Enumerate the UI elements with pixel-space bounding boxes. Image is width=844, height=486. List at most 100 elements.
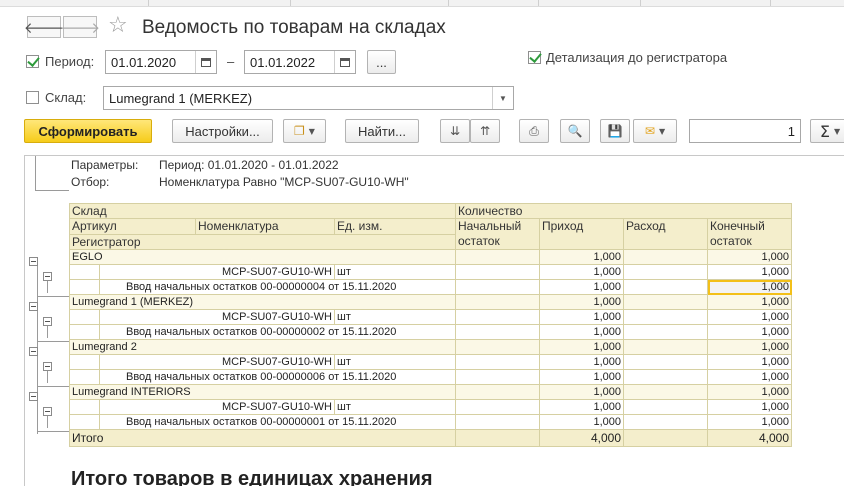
- closing-cell: 1,000: [707, 399, 792, 415]
- email-menu-button[interactable]: ✉ ▼: [633, 119, 677, 143]
- total-row[interactable]: Итого 4,000 4,000: [69, 429, 792, 447]
- tree-minus-icon[interactable]: [43, 407, 52, 416]
- collapse-groups-icon: ⇈: [479, 124, 491, 138]
- outline-line: [47, 281, 48, 293]
- detail-checkbox[interactable]: [528, 51, 541, 64]
- tree-minus-icon[interactable]: [43, 362, 52, 371]
- tree-minus-icon[interactable]: [29, 302, 38, 311]
- header-quantity: Количество: [455, 203, 792, 219]
- tree-minus-icon[interactable]: [43, 272, 52, 281]
- date-from-value: 01.01.2020: [111, 55, 177, 70]
- preview-icon: 🔍: [567, 124, 583, 138]
- filter-value: Номенклатура Равно "MCP-SU07-GU10-WH": [159, 175, 409, 189]
- income-cell: 1,000: [539, 384, 624, 400]
- outline-line: [35, 190, 69, 191]
- preview-button[interactable]: 🔍: [560, 119, 590, 143]
- unit-cell: шт: [334, 264, 456, 280]
- warehouse-cell: Lumegrand 1 (MERKEZ): [69, 294, 456, 310]
- copy-menu-button[interactable]: ❐ ▼: [283, 119, 326, 143]
- total-closing: 4,000: [707, 429, 792, 447]
- date-dash: –: [227, 54, 235, 69]
- table-row[interactable]: MCP-SU07-GU10-WH шт 1,000 1,000: [69, 264, 792, 280]
- income-cell: 1,000: [539, 354, 624, 370]
- table-row[interactable]: Lumegrand 1 (MERKEZ) 1,000 1,000: [69, 294, 792, 310]
- tree-minus-icon[interactable]: [29, 257, 38, 266]
- closing-cell: 1,000: [707, 294, 792, 310]
- table-row[interactable]: Lumegrand INTERIORS 1,000 1,000: [69, 384, 792, 400]
- detail-label: Детализация до регистратора: [546, 50, 728, 65]
- closing-cell: 1,000: [707, 339, 792, 355]
- tree-minus-icon[interactable]: [29, 347, 38, 356]
- top-tab-strip: [0, 0, 844, 7]
- back-arrow-icon: 🡐: [23, 18, 65, 37]
- date-from-field[interactable]: 01.01.2020: [105, 50, 217, 74]
- window-title: Ведомость по товарам на складах: [142, 17, 446, 38]
- table-row[interactable]: Ввод начальных остатков 00-00000002 от 1…: [69, 324, 792, 340]
- header-expense: Расход: [623, 218, 708, 250]
- chevron-down-icon: ▼: [308, 126, 315, 136]
- income-cell: 1,000: [539, 249, 624, 265]
- favorite-star-icon[interactable]: ☆: [108, 14, 128, 38]
- warehouse-cell: Lumegrand INTERIORS: [69, 384, 456, 400]
- header-article: Артикул: [69, 218, 196, 235]
- print-icon: ⎙: [529, 123, 539, 138]
- copy-icon: ❐: [294, 124, 305, 138]
- warehouse-select[interactable]: Lumegrand 1 (MERKEZ) ▼: [103, 86, 514, 110]
- sum-icon: Σ: [819, 121, 830, 141]
- table-row[interactable]: Ввод начальных остатков 00-00000001 от 1…: [69, 414, 792, 430]
- tree-minus-icon[interactable]: [43, 317, 52, 326]
- header-nomenclature: Номенклатура: [195, 218, 335, 235]
- income-cell: 1,000: [539, 339, 624, 355]
- item-cell: MCP-SU07-GU10-WH: [99, 264, 335, 280]
- page-number-field[interactable]: 1: [689, 119, 801, 143]
- selected-closing-cell[interactable]: 1,000: [707, 279, 792, 295]
- settings-button[interactable]: Настройки...: [172, 119, 273, 143]
- forward-arrow-icon: 🡒: [59, 18, 101, 37]
- back-button[interactable]: 🡐: [23, 16, 65, 38]
- report-table: Склад Количество Артикул Номенклатура Ед…: [69, 203, 792, 447]
- date-to-value: 01.01.2022: [250, 55, 316, 70]
- table-row[interactable]: MCP-SU07-GU10-WH шт 1,000 1,000: [69, 354, 792, 370]
- period-checkbox[interactable]: [26, 55, 39, 68]
- closing-cell: 1,000: [707, 354, 792, 370]
- forward-button[interactable]: 🡒: [59, 16, 101, 38]
- outline-line: [35, 156, 36, 190]
- income-cell: 1,000: [539, 414, 624, 430]
- date-to-field[interactable]: 01.01.2022: [244, 50, 356, 74]
- header-unit: Ед. изм.: [334, 218, 456, 235]
- tree-minus-icon[interactable]: [29, 392, 38, 401]
- collapse-groups-button[interactable]: ⇈: [470, 119, 500, 143]
- warehouse-cell: EGLO: [69, 249, 456, 265]
- warehouse-value: Lumegrand 1 (MERKEZ): [109, 91, 253, 106]
- calendar-icon[interactable]: [195, 51, 216, 73]
- find-button[interactable]: Найти...: [345, 119, 419, 143]
- table-row[interactable]: Ввод начальных остатков 00-00000004 от 1…: [69, 279, 792, 295]
- print-button[interactable]: ⎙: [519, 119, 549, 143]
- report-sheet[interactable]: Параметры: Период: 01.01.2020 - 01.01.20…: [24, 155, 844, 486]
- email-icon: ✉: [644, 124, 655, 138]
- header-income: Приход: [539, 218, 624, 250]
- warehouse-label: Склад:: [45, 90, 87, 105]
- total-label: Итого: [69, 429, 456, 447]
- table-row[interactable]: MCP-SU07-GU10-WH шт 1,000 1,000: [69, 399, 792, 415]
- header-opening: Начальный остаток: [455, 218, 540, 250]
- outline-line: [37, 431, 69, 432]
- unit-cell: шт: [334, 399, 456, 415]
- table-row[interactable]: EGLO 1,000 1,000: [69, 249, 792, 265]
- generate-button[interactable]: Сформировать: [24, 119, 152, 143]
- income-cell: 1,000: [539, 264, 624, 280]
- outline-line: [37, 296, 69, 297]
- table-row[interactable]: Lumegrand 2 1,000 1,000: [69, 339, 792, 355]
- table-row[interactable]: Ввод начальных остатков 00-00000006 от 1…: [69, 369, 792, 385]
- sum-menu-button[interactable]: Σ ▼: [810, 119, 844, 143]
- total-income: 4,000: [539, 429, 624, 447]
- save-button[interactable]: 💾: [600, 119, 630, 143]
- period-select-button[interactable]: ...: [367, 50, 396, 74]
- item-cell: MCP-SU07-GU10-WH: [99, 399, 335, 415]
- expand-groups-button[interactable]: ⇊: [440, 119, 470, 143]
- dropdown-arrow-icon[interactable]: ▼: [492, 87, 513, 109]
- calendar-icon[interactable]: [334, 51, 355, 73]
- warehouse-checkbox[interactable]: [26, 91, 39, 104]
- table-row[interactable]: MCP-SU07-GU10-WH шт 1,000 1,000: [69, 309, 792, 325]
- closing-cell: 1,000: [707, 369, 792, 385]
